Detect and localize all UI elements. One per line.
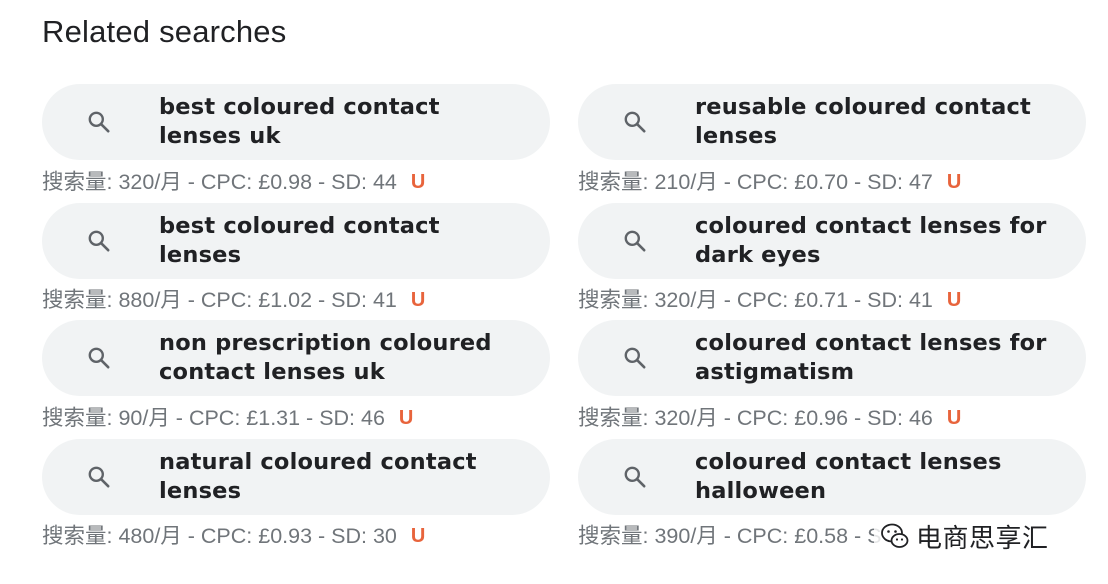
related-search-query: coloured contact lenses for dark eyes: [695, 213, 1047, 268]
related-search-query: non prescription coloured contact lenses…: [159, 330, 492, 385]
search-icon: [624, 230, 646, 252]
metrics-text: 搜索量: 390/月 - CPC: £0.58 - S: [578, 524, 882, 548]
keyword-metrics: 搜索量: 390/月 - CPC: £0.58 - S: [578, 523, 896, 549]
search-icon: [88, 466, 110, 488]
metrics-text: 搜索量: 210/月 - CPC: £0.70 - SD: 47: [578, 170, 933, 194]
related-search-chip[interactable]: reusable coloured contact lenses: [578, 84, 1086, 160]
metrics-text: 搜索量: 320/月 - CPC: £0.71 - SD: 41: [578, 288, 933, 312]
search-icon: [624, 466, 646, 488]
related-search-chip[interactable]: natural coloured contact lenses: [42, 439, 550, 515]
related-search-chip[interactable]: coloured contact lenses for dark eyes: [578, 203, 1086, 279]
search-icon: [88, 230, 110, 252]
watermark-text: 电商思享汇: [916, 523, 1049, 554]
search-icon: [88, 347, 110, 369]
related-search-query: best coloured contact lenses: [159, 213, 440, 268]
related-searches-panel: Related searches best coloured contact l…: [0, 0, 1108, 584]
related-search-query: coloured contact lenses halloween: [695, 449, 1002, 504]
related-search-query: natural coloured contact lenses: [159, 449, 477, 504]
keyword-metrics: 搜索量: 90/月 - CPC: £1.31 - SD: 46 U: [42, 405, 413, 431]
u-badge[interactable]: U: [399, 405, 413, 431]
metrics-text: 搜索量: 480/月 - CPC: £0.93 - SD: 30: [42, 524, 397, 548]
related-search-query: coloured contact lenses for astigmatism: [695, 330, 1047, 385]
metrics-text: 搜索量: 90/月 - CPC: £1.31 - SD: 46: [42, 406, 385, 430]
related-search-chip[interactable]: non prescription coloured contact lenses…: [42, 320, 550, 396]
u-badge[interactable]: U: [947, 405, 961, 431]
keyword-metrics: 搜索量: 210/月 - CPC: £0.70 - SD: 47 U: [578, 169, 961, 195]
u-badge[interactable]: U: [411, 287, 425, 313]
u-badge[interactable]: U: [947, 287, 961, 313]
wechat-logo-icon: [881, 523, 909, 548]
related-search-query: best coloured contact lenses uk: [159, 94, 440, 149]
keyword-metrics: 搜索量: 320/月 - CPC: £0.96 - SD: 46 U: [578, 405, 961, 431]
u-badge[interactable]: U: [947, 169, 961, 195]
related-search-chip[interactable]: best coloured contact lenses uk: [42, 84, 550, 160]
keyword-metrics: 搜索量: 480/月 - CPC: £0.93 - SD: 30 U: [42, 523, 425, 549]
metrics-text: 搜索量: 320/月 - CPC: £0.98 - SD: 44: [42, 170, 397, 194]
search-icon: [88, 111, 110, 133]
u-badge[interactable]: U: [411, 169, 425, 195]
u-badge[interactable]: U: [411, 523, 425, 549]
related-search-chip[interactable]: best coloured contact lenses: [42, 203, 550, 279]
metrics-text: 搜索量: 320/月 - CPC: £0.96 - SD: 46: [578, 406, 933, 430]
search-icon: [624, 347, 646, 369]
keyword-metrics: 搜索量: 320/月 - CPC: £0.98 - SD: 44 U: [42, 169, 425, 195]
related-search-query: reusable coloured contact lenses: [695, 94, 1031, 149]
related-search-chip[interactable]: coloured contact lenses for astigmatism: [578, 320, 1086, 396]
watermark: 电商思享汇: [874, 516, 1057, 556]
search-icon: [624, 111, 646, 133]
keyword-metrics: 搜索量: 880/月 - CPC: £1.02 - SD: 41 U: [42, 287, 425, 313]
keyword-metrics: 搜索量: 320/月 - CPC: £0.71 - SD: 41 U: [578, 287, 961, 313]
metrics-text: 搜索量: 880/月 - CPC: £1.02 - SD: 41: [42, 288, 397, 312]
section-title: Related searches: [42, 14, 287, 49]
related-search-chip[interactable]: coloured contact lenses halloween: [578, 439, 1086, 515]
